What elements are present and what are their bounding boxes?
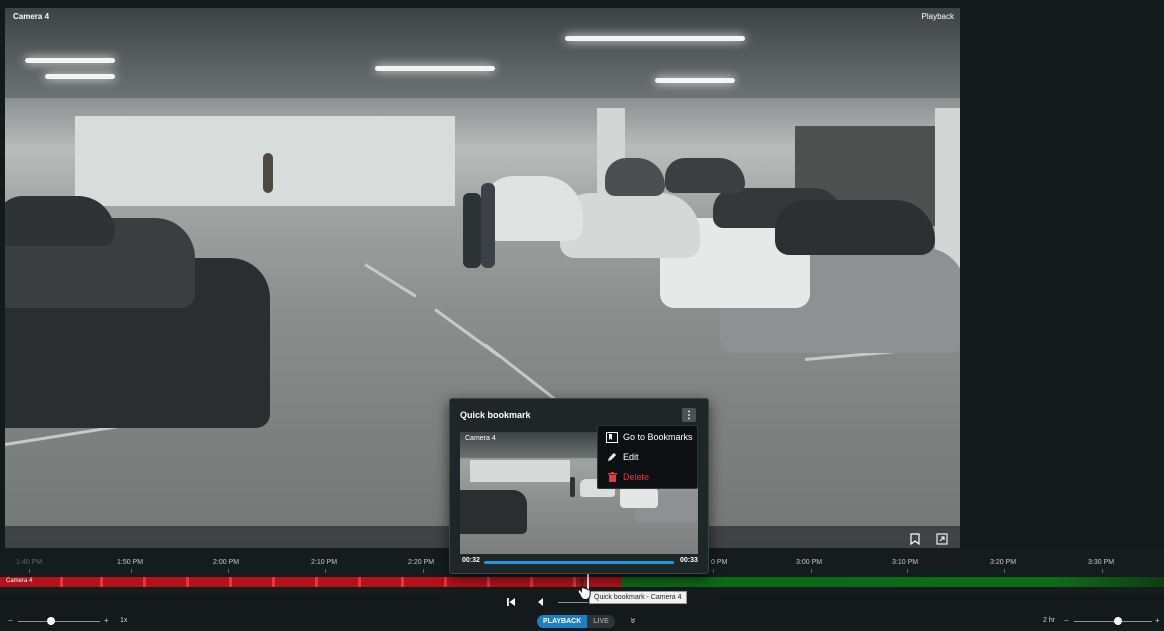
trash-icon	[606, 471, 618, 483]
scene-light	[655, 78, 735, 83]
zoom-slider-knob[interactable]	[1114, 617, 1122, 625]
menu-item-label: Delete	[623, 472, 650, 482]
bookmark-tooltip: Quick bookmark - Camera 4	[589, 591, 687, 604]
tick-label: 0 PM	[711, 559, 728, 566]
tick-mark	[325, 569, 326, 573]
menu-item-edit[interactable]: Edit	[606, 448, 639, 466]
motion-marker	[143, 577, 146, 587]
zoom-value: 2 hr	[1043, 617, 1056, 624]
menu-item-label: Edit	[623, 452, 639, 462]
camera-title: Camera 4	[13, 12, 50, 21]
thumb-person	[570, 477, 575, 497]
tick-mark	[29, 569, 30, 573]
tick-label: 2:00 PM	[213, 559, 240, 566]
scene-floor-line	[484, 343, 557, 402]
motion-marker	[358, 577, 361, 587]
tick-label: 1:40 PM	[16, 559, 43, 566]
motion-marker	[530, 577, 533, 587]
bookmark-start-time: 00:32	[462, 557, 480, 564]
thumbnail-camera-title: Camera 4	[465, 435, 496, 442]
motion-marker	[60, 577, 63, 587]
scene-light	[25, 58, 115, 63]
step-back-icon[interactable]	[533, 595, 547, 609]
bookmarks-icon	[606, 431, 618, 443]
quick-bookmark-title: Quick bookmark	[460, 410, 531, 420]
zoom-plus-button[interactable]: +	[1155, 616, 1160, 625]
thumb-wall	[470, 460, 570, 482]
menu-item-label: Go to Bookmarks	[623, 432, 693, 442]
tick-mark	[228, 569, 229, 573]
tick-mark	[713, 569, 714, 573]
pointer-cursor-icon	[576, 578, 594, 600]
scene-car-dark	[775, 200, 935, 255]
bookmark-end-time: 00:33	[680, 557, 698, 564]
motion-marker	[186, 577, 189, 587]
scene-car-dark	[605, 158, 665, 196]
zoom-minus-button[interactable]: −	[1064, 616, 1069, 625]
tick-label: 2:10 PM	[311, 559, 338, 566]
fullscreen-icon[interactable]	[935, 532, 949, 546]
speed-slider-track[interactable]	[18, 621, 100, 622]
bottom-bar: − + 1x PLAYBACK LIVE » 2 hr − +	[0, 613, 1164, 631]
scene-person	[481, 183, 495, 268]
playback-scrubber[interactable]	[558, 602, 588, 603]
tick-mark	[131, 569, 132, 573]
speed-minus-button[interactable]: −	[8, 616, 13, 625]
bookmark-icon[interactable]	[908, 532, 922, 546]
recording-segment	[0, 577, 622, 587]
bookmark-context-menu: Go to Bookmarks Edit Delete	[597, 425, 698, 489]
tick-label: 3:20 PM	[990, 559, 1017, 566]
motion-marker	[487, 577, 490, 587]
scene-floor-line	[364, 263, 417, 298]
live-segment	[622, 577, 1164, 587]
tick-mark	[423, 569, 424, 573]
scene-car-white	[483, 176, 583, 241]
live-mode-button[interactable]: LIVE	[587, 615, 615, 628]
tick-mark	[907, 569, 908, 573]
scene-light	[375, 66, 495, 71]
tick-label: 3:00 PM	[796, 559, 823, 566]
motion-marker	[229, 577, 232, 587]
tick-mark	[1004, 569, 1005, 573]
motion-marker	[401, 577, 404, 587]
camera-mode-label: Playback	[921, 12, 954, 21]
track-label: Camera 4	[6, 578, 33, 584]
app-root: Camera 4 Playback 1:40 PM 1:50 PM 2:00 P…	[0, 0, 1164, 631]
speed-slider-knob[interactable]	[47, 617, 55, 625]
motion-marker	[272, 577, 275, 587]
scene-ceiling	[5, 8, 960, 98]
motion-marker	[315, 577, 318, 587]
kebab-menu-icon[interactable]: ⋮	[682, 408, 696, 422]
scene-person	[263, 153, 273, 193]
tick-mark	[1102, 569, 1103, 573]
playback-mode-button[interactable]: PLAYBACK	[537, 615, 588, 628]
speed-plus-button[interactable]: +	[104, 616, 109, 625]
speed-value: 1x	[120, 617, 128, 624]
pencil-icon	[606, 451, 618, 463]
scene-light	[565, 36, 745, 41]
motion-marker	[100, 577, 103, 587]
menu-item-delete[interactable]: Delete	[606, 468, 649, 486]
tick-label: 3:10 PM	[892, 559, 919, 566]
scene-car-dark	[665, 158, 745, 193]
bookmark-progress[interactable]: 00:32 00:33	[460, 557, 698, 567]
skip-start-icon[interactable]	[504, 595, 518, 609]
menu-item-go-to-bookmarks[interactable]: Go to Bookmarks	[606, 428, 693, 446]
expand-icon[interactable]: »	[627, 618, 638, 624]
scene-car-dark	[5, 196, 115, 246]
tick-label: 3:30 PM	[1088, 559, 1115, 566]
tick-mark	[811, 569, 812, 573]
motion-marker	[444, 577, 447, 587]
scene-person	[463, 193, 481, 268]
tick-label: 2:20 PM	[408, 559, 435, 566]
tick-label: 1:50 PM	[117, 559, 144, 566]
zoom-slider-track[interactable]	[1074, 621, 1152, 622]
scene-light	[45, 74, 115, 79]
thumb-car	[460, 490, 527, 534]
mode-toggle[interactable]: PLAYBACK LIVE	[537, 615, 615, 628]
bookmark-progress-bar[interactable]	[484, 561, 674, 564]
